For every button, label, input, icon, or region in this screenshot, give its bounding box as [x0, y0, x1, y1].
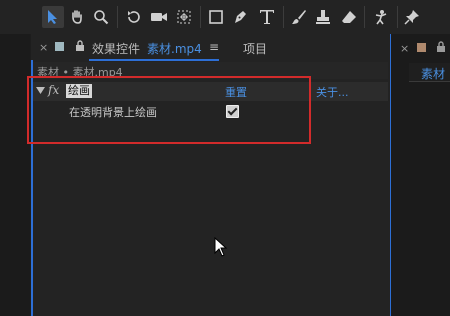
stamp-icon [316, 10, 330, 24]
highlight-box [27, 76, 311, 144]
panel-menu-icon[interactable]: ≡ [209, 40, 219, 54]
anchor-point-icon [177, 10, 191, 24]
tab-project[interactable]: 项目 [243, 40, 267, 57]
clone-stamp-tool[interactable] [313, 6, 333, 28]
magnifier-icon [94, 10, 109, 25]
lock-icon-glyph [437, 41, 445, 52]
right-tab[interactable]: 素材 [409, 63, 450, 82]
right-panel: × 素材 [391, 34, 450, 316]
tab-effect-controls-file[interactable]: 素材.mp4 [147, 40, 202, 57]
lock-icon-glyph [76, 40, 84, 51]
zoom-tool[interactable] [91, 6, 111, 28]
rectangle-tool[interactable] [206, 6, 226, 28]
toolbar-divider [397, 6, 398, 28]
eraser-icon [342, 11, 356, 23]
right-close-tab-icon[interactable]: × [400, 42, 409, 55]
pin-icon [404, 10, 419, 25]
tools-toolbar [0, 0, 450, 34]
toolbar-divider [200, 6, 201, 28]
active-tab-underline [89, 59, 219, 61]
panel-tab-bar: × 效果控件 素材.mp4 ≡ 项目 [31, 34, 390, 60]
arrow-cursor-icon [48, 10, 57, 24]
rotate-icon [128, 11, 140, 23]
pointer-cursor-icon [214, 236, 228, 257]
brush-tool[interactable] [289, 6, 309, 28]
toolbar-divider [283, 6, 284, 28]
camera-tool[interactable] [148, 6, 170, 28]
right-panel-color-swatch [417, 43, 426, 52]
puppet-icon [375, 10, 387, 25]
close-tab-icon[interactable]: × [39, 41, 48, 54]
about-link[interactable]: 关于... [316, 84, 349, 100]
type-icon [260, 10, 274, 24]
pen-tool[interactable] [230, 6, 250, 28]
eraser-tool[interactable] [339, 6, 359, 28]
tab-effect-controls[interactable]: 效果控件 [92, 40, 140, 57]
toolbar-divider [117, 6, 118, 28]
hand-icon [72, 10, 82, 24]
right-tab-label: 素材 [421, 67, 446, 81]
mouse-cursor [214, 236, 228, 260]
left-gutter [0, 34, 30, 316]
brush-icon [292, 10, 306, 24]
pan-behind-tool[interactable] [174, 6, 194, 28]
hand-tool[interactable] [67, 6, 87, 28]
video-camera-icon [151, 13, 167, 21]
type-tool[interactable] [256, 6, 278, 28]
selection-tool[interactable] [42, 6, 64, 28]
lock-icon[interactable] [75, 40, 85, 55]
pin-tool[interactable] [402, 6, 422, 28]
pen-icon [235, 11, 246, 23]
rectangle-icon [209, 10, 223, 24]
puppet-tool[interactable] [370, 6, 392, 28]
rotation-tool[interactable] [124, 6, 144, 28]
right-lock-icon[interactable] [436, 41, 446, 56]
toolbar-divider [364, 6, 365, 28]
panel-color-swatch [55, 42, 64, 51]
